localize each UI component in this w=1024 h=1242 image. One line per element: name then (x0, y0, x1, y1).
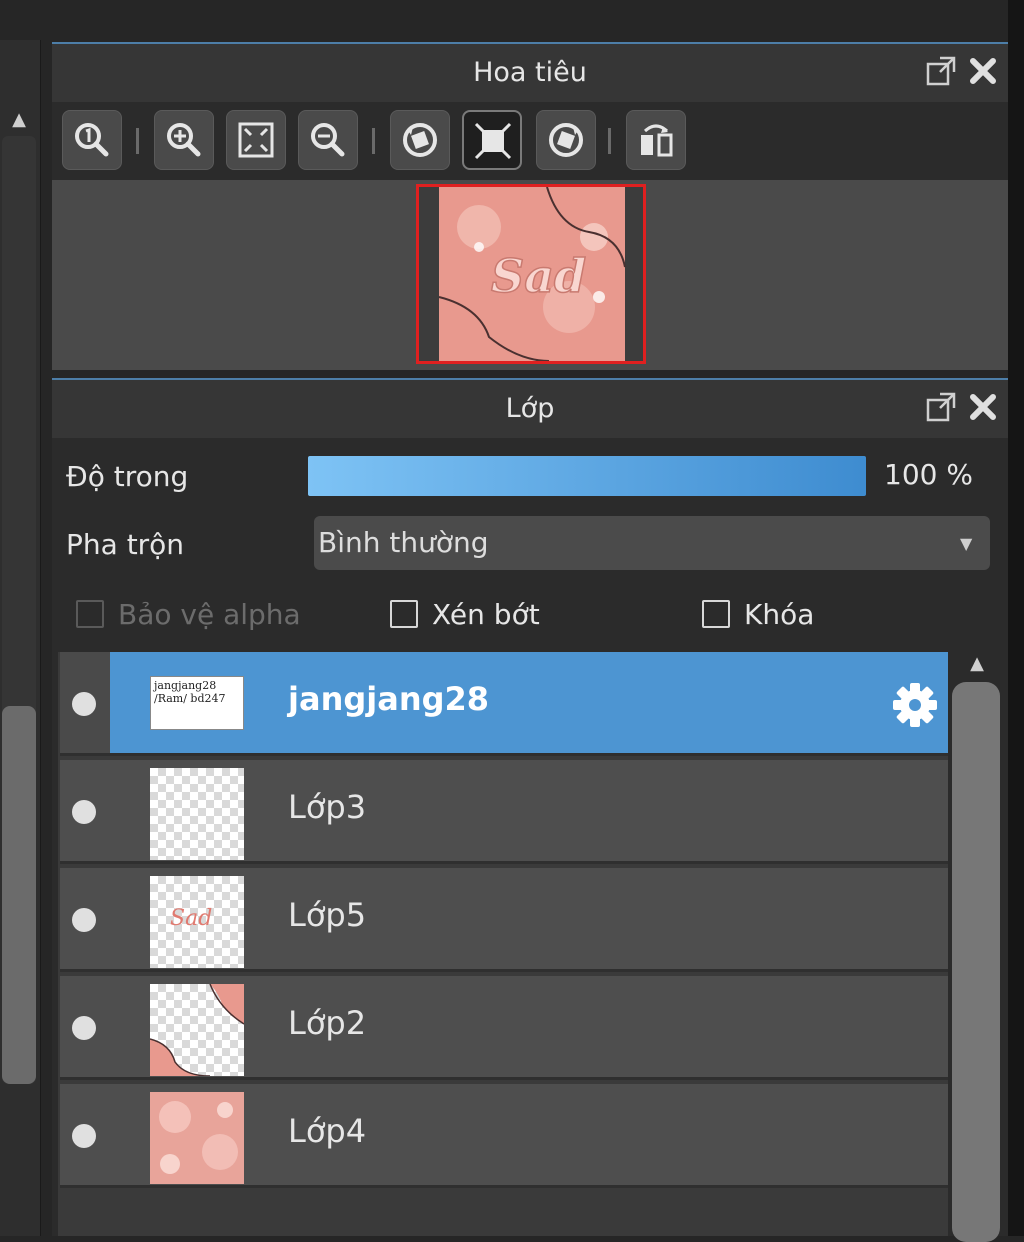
layer-row-lop4[interactable]: Lớp4 (60, 1084, 948, 1188)
layer-name: jangjang28 (288, 680, 490, 718)
rotate-right-button[interactable] (536, 110, 596, 170)
visibility-toggle-icon[interactable] (72, 908, 96, 932)
layer-row-lop2[interactable]: Lớp2 (60, 976, 948, 1080)
rotate-right-icon (549, 123, 583, 157)
clipping-label: Xén bớt (432, 598, 540, 631)
left-scrollbar-thumb[interactable] (2, 706, 36, 1084)
close-panel-icon[interactable] (966, 54, 1000, 88)
layer-list-scrollbar[interactable] (952, 682, 1000, 1242)
fit-frame-icon (474, 122, 512, 160)
protect-alpha-label: Bảo vệ alpha (118, 598, 301, 631)
window-right-edge (1008, 0, 1024, 1236)
layer-thumbnail (150, 1092, 244, 1184)
layer-row-lop5[interactable]: Sad Lớp5 (60, 868, 948, 972)
layer-thumbnail: Sad (150, 876, 244, 968)
zoom-out-button[interactable] (298, 110, 358, 170)
layer-thumbnail-art (150, 984, 244, 1076)
close-panel-icon[interactable] (966, 390, 1000, 424)
zoom-actual-button[interactable] (62, 110, 122, 170)
blend-mode-label: Pha trộn (66, 528, 185, 561)
opacity-value: 100 % (884, 458, 973, 491)
rotate-left-button[interactable] (390, 110, 450, 170)
navigator-title: Hoa tiêu (473, 57, 587, 88)
toolbar-separator (136, 128, 139, 154)
layer-name: Lớp2 (288, 1004, 367, 1042)
chevron-down-icon[interactable]: ▼ (960, 534, 972, 553)
layer-row-lop3[interactable]: Lớp3 (60, 760, 948, 864)
visibility-toggle-icon[interactable] (72, 692, 96, 716)
opacity-label: Độ trong (66, 460, 189, 493)
protect-alpha-checkbox[interactable] (76, 600, 104, 628)
gear-icon[interactable] (890, 680, 940, 730)
lock-checkbox[interactable] (702, 600, 730, 628)
visibility-toggle-icon[interactable] (72, 1124, 96, 1148)
left-scroll-up-arrow-icon[interactable]: ▲ (2, 106, 36, 134)
zoom-out-icon (311, 123, 345, 157)
layer-thumbnail-text: jangjang28 /Ram/ bd247 (154, 679, 226, 705)
flip-horizontal-icon (641, 124, 673, 157)
zoom-in-icon (167, 123, 201, 157)
lock-label: Khóa (744, 598, 815, 631)
visibility-toggle-icon[interactable] (72, 800, 96, 824)
blend-mode-value: Bình thường (318, 526, 489, 559)
layer-thumbnail (150, 984, 244, 1076)
layer-name: Lớp4 (288, 1112, 367, 1150)
toolbar-separator (608, 128, 611, 154)
clipping-checkbox[interactable] (390, 600, 418, 628)
opacity-slider[interactable] (308, 456, 866, 496)
layer-thumbnail: jangjang28 /Ram/ bd247 (150, 676, 244, 730)
detach-panel-icon[interactable] (924, 54, 958, 88)
navigator-panel-header: Hoa tiêu (52, 42, 1008, 102)
layer-row-jangjang28[interactable]: jangjang28 /Ram/ bd247 jangjang28 (60, 652, 948, 756)
layers-panel-header: Lớp (52, 378, 1008, 438)
layer-thumbnail (150, 768, 244, 860)
detach-panel-icon[interactable] (924, 390, 958, 424)
layer-name: Lớp5 (288, 896, 367, 934)
fit-frame-button[interactable] (462, 110, 522, 170)
layers-title: Lớp (505, 393, 555, 424)
flip-horizontal-button[interactable] (626, 110, 686, 170)
zoom-in-button[interactable] (154, 110, 214, 170)
layer-thumbnail-art (159, 1101, 238, 1174)
fit-screen-button[interactable] (226, 110, 286, 170)
rotate-left-icon (403, 123, 437, 157)
layer-thumbnail-text: Sad (170, 906, 213, 931)
preview-sad-text: Sad (491, 249, 586, 303)
navigator-preview-frame[interactable]: Sad (416, 184, 646, 364)
canvas-preview-image: Sad (419, 186, 643, 362)
fit-screen-icon (238, 122, 274, 158)
toolbar-separator (372, 128, 375, 154)
visibility-toggle-icon[interactable] (72, 1016, 96, 1040)
zoom-actual-icon (75, 123, 109, 157)
layer-name: Lớp3 (288, 788, 367, 826)
scroll-up-arrow-icon[interactable]: ▲ (960, 652, 994, 676)
navigator-toolbar (52, 102, 1008, 180)
